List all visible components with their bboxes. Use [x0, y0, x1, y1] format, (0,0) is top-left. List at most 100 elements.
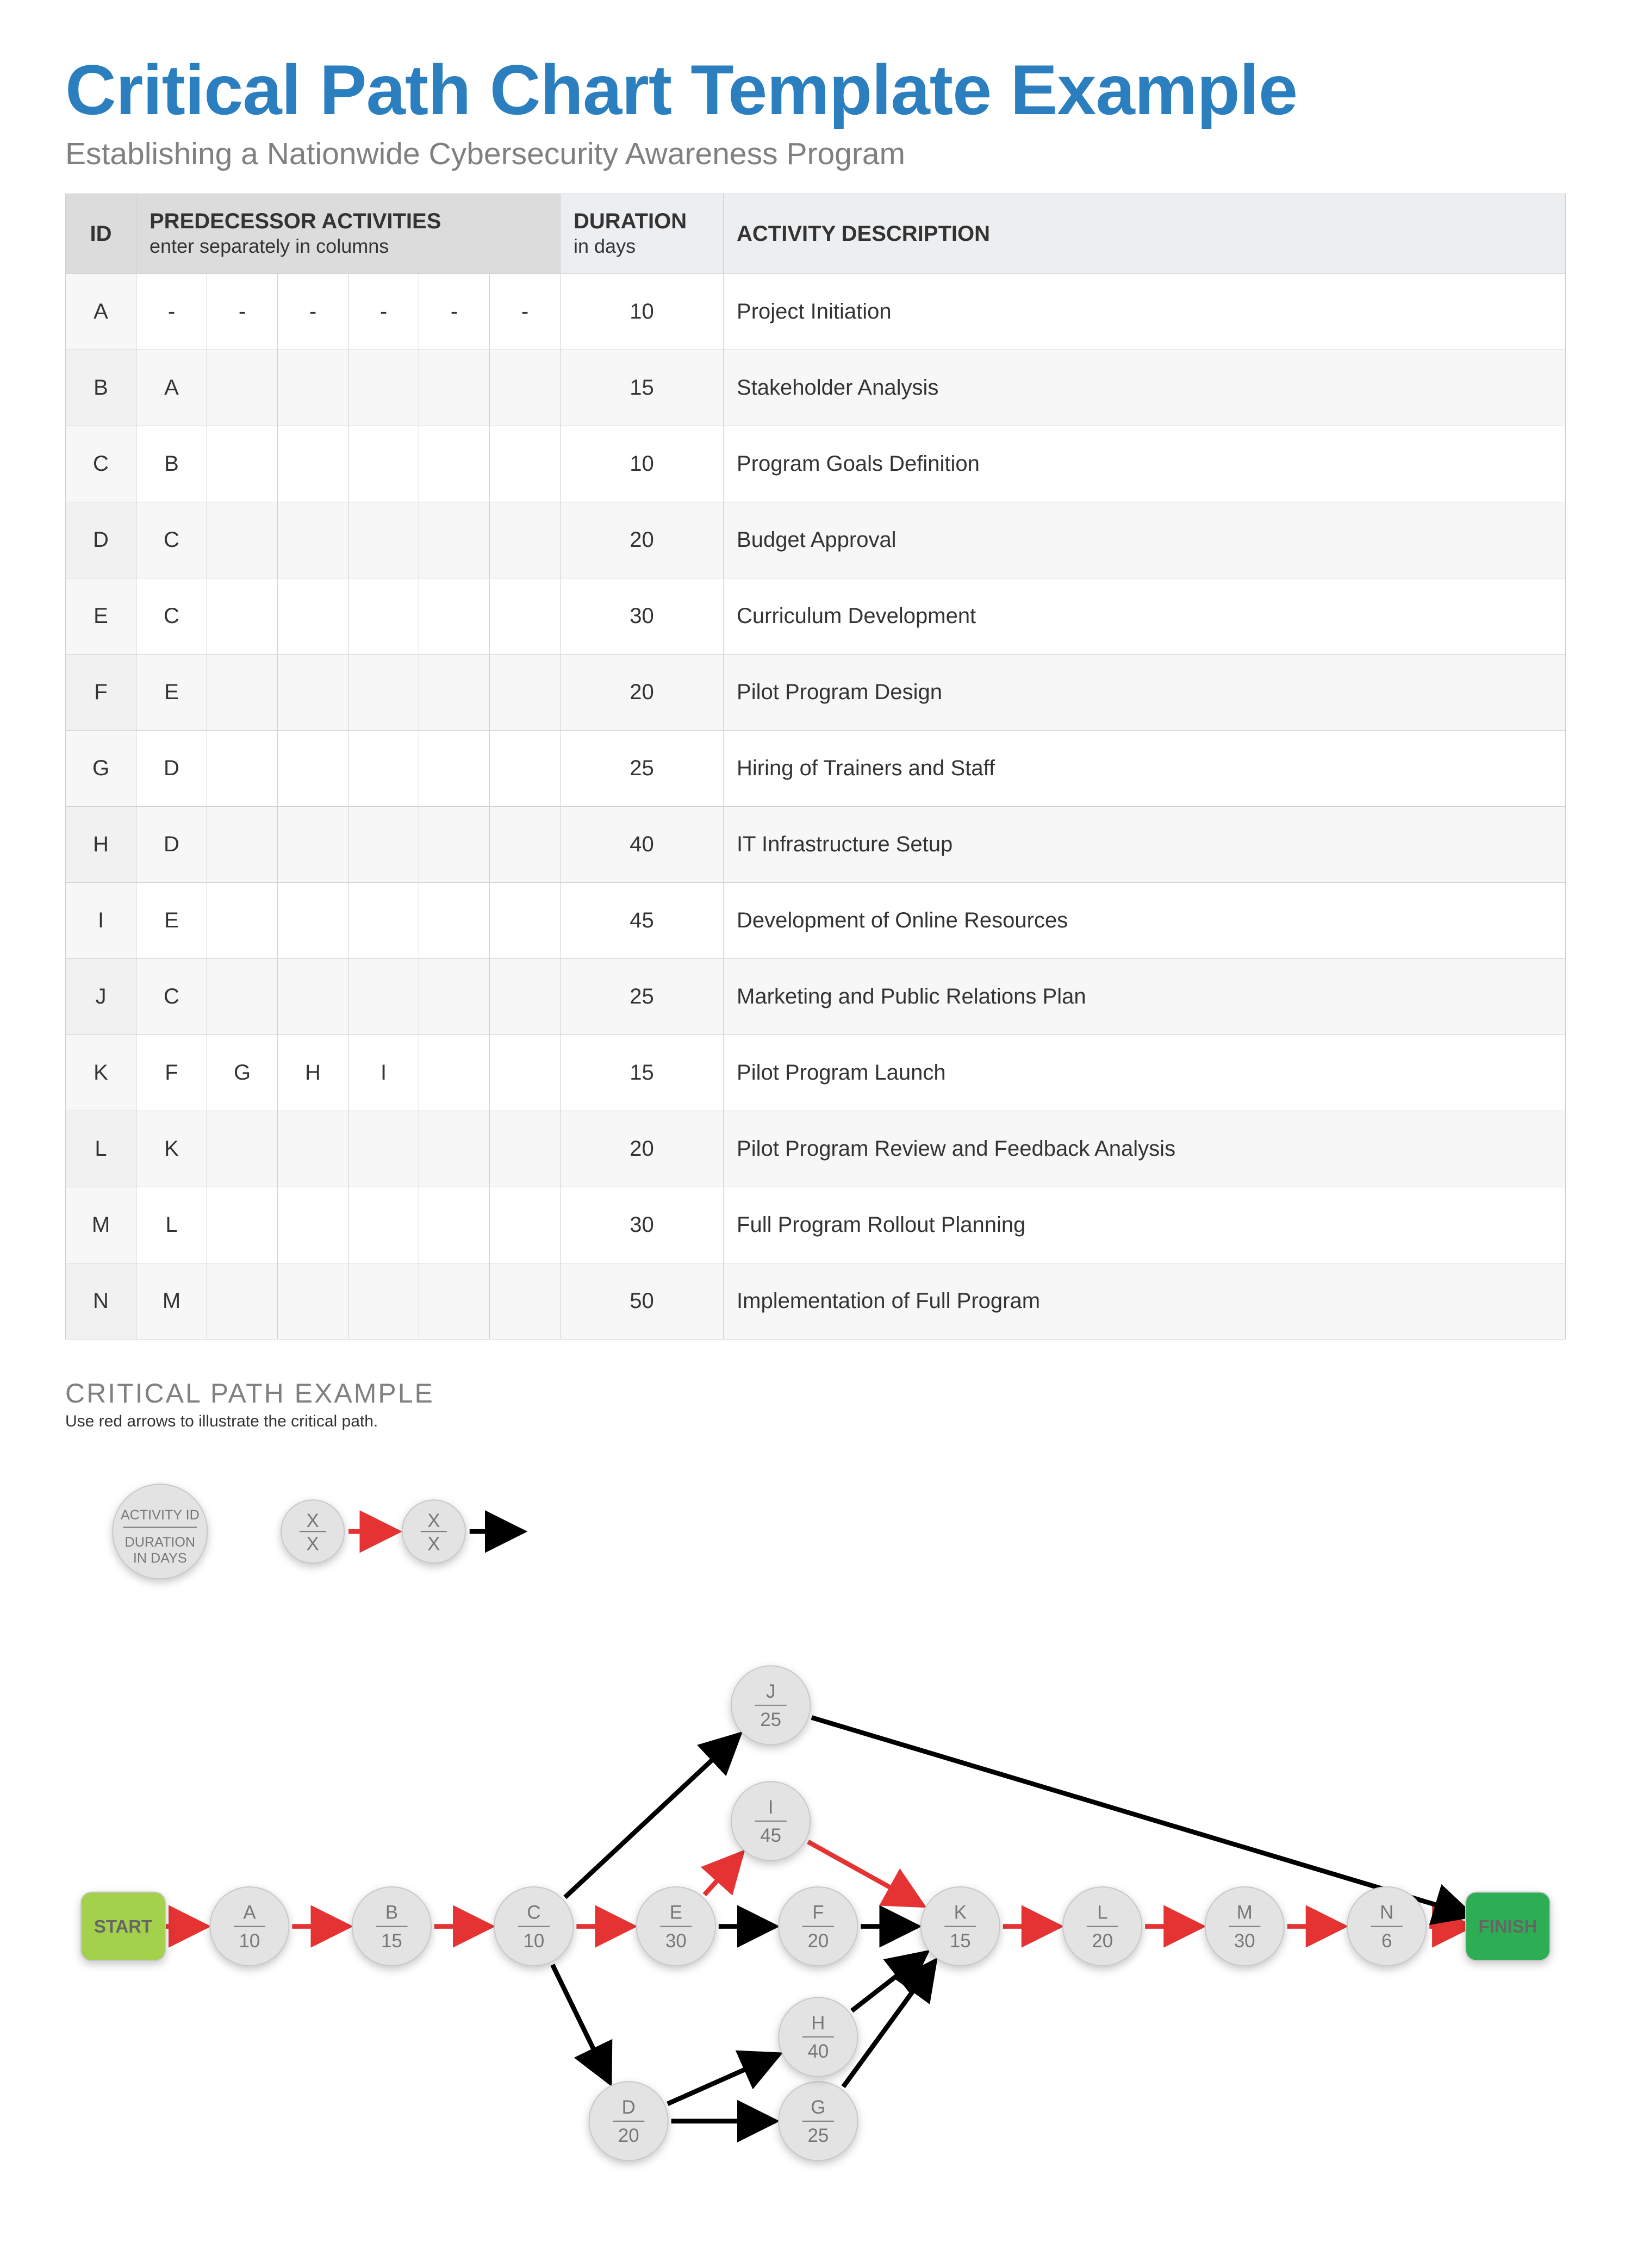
cell-predecessor — [348, 1111, 419, 1187]
cell-predecessor: E — [136, 655, 207, 731]
legend-sample-duration: X — [427, 1534, 440, 1555]
legend-sample-duration: X — [307, 1534, 319, 1555]
table-row: BA15Stakeholder Analysis — [66, 350, 1566, 426]
node-duration-label: 40 — [807, 2041, 829, 2062]
cell-predecessor — [348, 1187, 419, 1263]
cell-predecessor — [490, 350, 561, 426]
cell-predecessor: H — [278, 1035, 348, 1111]
cell-predecessor — [278, 883, 348, 959]
cell-predecessor: C — [136, 959, 207, 1035]
th-duration-title: DURATION — [574, 209, 687, 233]
activity-node-h: H40 — [779, 1997, 857, 2076]
cell-id: L — [66, 1111, 136, 1187]
activity-node-j: J 25 — [731, 1666, 810, 1744]
node-duration-label: 15 — [381, 1930, 402, 1952]
table-row: FE20Pilot Program Design — [66, 655, 1566, 731]
node-id-label: J — [766, 1681, 775, 1702]
critical-path-arrow — [705, 1853, 742, 1895]
cell-id: J — [66, 959, 136, 1035]
cell-description: Pilot Program Review and Feedback Analys… — [724, 1111, 1566, 1187]
cell-predecessor — [419, 426, 490, 502]
cell-description: IT Infrastructure Setup — [724, 807, 1566, 883]
cell-predecessor — [490, 655, 561, 731]
cell-id: M — [66, 1187, 136, 1263]
cell-predecessor: C — [136, 502, 207, 578]
activity-node-i: I45 — [731, 1781, 810, 1860]
node-id-label: G — [811, 2097, 825, 2118]
table-row: ML30Full Program Rollout Planning — [66, 1187, 1566, 1263]
cell-description: Program Goals Definition — [724, 426, 1566, 502]
cell-predecessor — [419, 807, 490, 883]
table-row: EC30Curriculum Development — [66, 578, 1566, 655]
cell-duration: 20 — [561, 1111, 724, 1187]
cell-description: Hiring of Trainers and Staff — [724, 731, 1566, 807]
cell-id: F — [66, 655, 136, 731]
th-predecessor: PREDECESSOR ACTIVITIES enter separately … — [136, 194, 561, 274]
cell-description: Project Initiation — [724, 274, 1566, 350]
node-id-label: A — [243, 1902, 256, 1923]
node-id-label: N — [1380, 1902, 1393, 1923]
activity-node-l: L20 — [1063, 1887, 1142, 1966]
node-duration-label: 25 — [760, 1709, 781, 1730]
activity-node-a: A10 — [210, 1887, 289, 1966]
cell-predecessor — [348, 883, 419, 959]
activity-node-d: D20 — [589, 2082, 668, 2160]
cell-id: C — [66, 426, 136, 502]
cell-description: Development of Online Resources — [724, 883, 1566, 959]
cell-predecessor — [207, 1187, 278, 1263]
cell-id: H — [66, 807, 136, 883]
path-arrow — [552, 1965, 610, 2083]
activity-node-f: F20 — [779, 1887, 857, 1966]
cell-predecessor — [490, 1111, 561, 1187]
cell-predecessor — [207, 502, 278, 578]
cell-predecessor — [348, 350, 419, 426]
table-row: JC25Marketing and Public Relations Plan — [66, 959, 1566, 1035]
node-id-label: M — [1237, 1902, 1253, 1923]
cell-description: Full Program Rollout Planning — [724, 1187, 1566, 1263]
cell-predecessor — [419, 883, 490, 959]
cell-id: B — [66, 350, 136, 426]
cell-duration: 10 — [561, 426, 724, 502]
cell-predecessor — [490, 502, 561, 578]
cell-duration: 20 — [561, 502, 724, 578]
table-row: DC20Budget Approval — [66, 502, 1566, 578]
activity-table: ID PREDECESSOR ACTIVITIES enter separate… — [65, 194, 1566, 1339]
legend-duration-label-top: DURATION — [125, 1535, 196, 1550]
cell-predecessor — [207, 350, 278, 426]
cell-predecessor: - — [136, 274, 207, 350]
cell-predecessor — [207, 883, 278, 959]
cell-duration: 30 — [561, 1187, 724, 1263]
node-duration-label: 6 — [1381, 1930, 1392, 1952]
cell-predecessor — [490, 578, 561, 655]
cell-predecessor — [419, 731, 490, 807]
cell-predecessor: E — [136, 883, 207, 959]
node-id-label: E — [670, 1902, 682, 1923]
th-description: ACTIVITY DESCRIPTION — [724, 194, 1566, 274]
cell-predecessor — [278, 1187, 348, 1263]
cell-predecessor — [490, 731, 561, 807]
cell-predecessor — [278, 350, 348, 426]
activity-node-k: K15 — [921, 1887, 1000, 1966]
node-id-label: F — [812, 1902, 824, 1923]
node-id-label: D — [622, 2097, 636, 2118]
cell-predecessor — [490, 959, 561, 1035]
activity-node-g: G 25 — [779, 2082, 857, 2160]
cell-predecessor: - — [490, 274, 561, 350]
legend-duration-label-bot: IN DAYS — [133, 1550, 187, 1566]
th-id: ID — [66, 194, 136, 274]
cell-predecessor: - — [419, 274, 490, 350]
cell-predecessor: G — [207, 1035, 278, 1111]
cell-description: Curriculum Development — [724, 578, 1566, 655]
cell-predecessor — [207, 426, 278, 502]
path-arrow — [852, 1953, 927, 2011]
node-id-label: B — [385, 1902, 398, 1923]
table-row: KFGHI15Pilot Program Launch — [66, 1035, 1566, 1111]
page-title: Critical Path Chart Template Example — [65, 49, 1566, 130]
cell-predecessor — [278, 1263, 348, 1339]
cell-predecessor — [490, 1187, 561, 1263]
cell-predecessor — [278, 1111, 348, 1187]
th-predecessor-title: PREDECESSOR ACTIVITIES — [150, 209, 441, 233]
cell-predecessor — [207, 959, 278, 1035]
cell-predecessor — [490, 1263, 561, 1339]
node-duration-label: 25 — [807, 2125, 829, 2146]
